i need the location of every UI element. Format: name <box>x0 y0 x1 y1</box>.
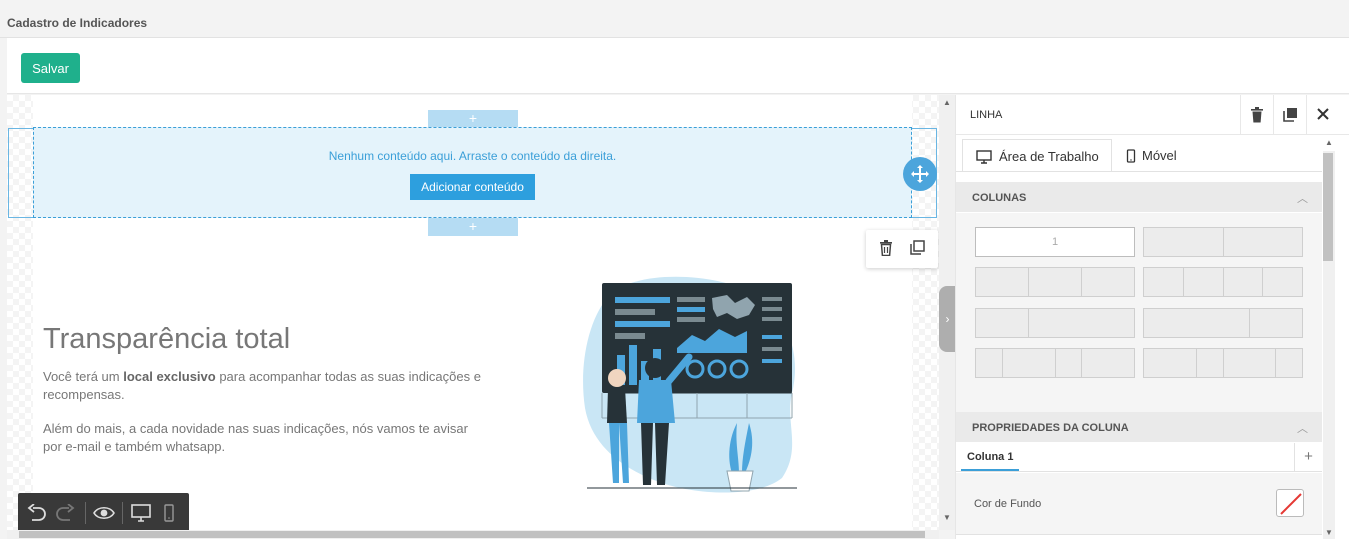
column-layouts: 1 <box>956 213 1322 413</box>
toolbar: Salvar <box>7 38 1349 94</box>
layout-option-4[interactable] <box>1143 267 1303 297</box>
delete-row-icon[interactable] <box>879 240 895 257</box>
empty-row-message: Nenhum conteúdo aqui. Arraste o conteúdo… <box>328 149 617 163</box>
layout-option-1[interactable]: 1 <box>975 227 1135 257</box>
panel-title: LINHA <box>970 109 1003 121</box>
row-actions <box>866 230 938 268</box>
hero-paragraph-2: Além do mais, a cada novidade nas suas i… <box>43 421 468 454</box>
chevron-up-icon: ︿ <box>1297 423 1308 435</box>
background-color-row: Cor de Fundo <box>956 473 1322 535</box>
page-title: Cadastro de Indicadores <box>7 16 148 30</box>
panel-vertical-scrollbar[interactable]: ▲ ▼ <box>1322 135 1349 539</box>
preview-eye-icon[interactable] <box>93 504 115 522</box>
background-color-label: Cor de Fundo <box>974 498 1042 510</box>
layout-option-5[interactable] <box>975 308 1135 338</box>
duplicate-row-icon[interactable] <box>910 240 926 256</box>
empty-row[interactable]: Nenhum conteúdo aqui. Arraste o conteúdo… <box>33 127 912 218</box>
desktop-view-icon[interactable] <box>131 504 151 522</box>
undo-icon[interactable] <box>27 503 47 522</box>
dashboard-illustration <box>583 276 797 493</box>
mobile-icon <box>1126 149 1136 163</box>
duplicate-icon[interactable] <box>1273 95 1306 135</box>
page-header: Cadastro de Indicadores <box>0 0 1349 38</box>
column-properties-header[interactable]: PROPRIEDADES DA COLUNA ︿ <box>956 412 1322 442</box>
move-row-icon[interactable] <box>903 157 937 191</box>
editor-canvas: + Nenhum conteúdo aqui. Arraste o conteú… <box>7 95 939 539</box>
add-row-below-button[interactable]: + <box>428 218 518 236</box>
columns-section-title: COLUNAS <box>972 192 1027 204</box>
redo-icon[interactable] <box>55 503 75 522</box>
layout-option-3[interactable] <box>975 267 1135 297</box>
mobile-view-icon[interactable] <box>163 504 183 522</box>
column-properties-title: PROPRIEDADES DA COLUNA <box>972 422 1129 434</box>
tab-mobile[interactable]: Móvel <box>1116 139 1196 172</box>
tab-divider <box>956 171 1322 172</box>
tab-desktop[interactable]: Área de Trabalho <box>962 139 1112 172</box>
tab-mobile-label: Móvel <box>1142 148 1177 163</box>
hero-title: Transparência total <box>43 323 291 355</box>
add-column-button[interactable]: + <box>1294 443 1322 471</box>
layout-option-8[interactable] <box>1143 348 1303 378</box>
properties-panel: LINHA Área de Trabalho Móvel COLUNAS ︿ 1 <box>955 95 1349 539</box>
hero-paragraph-1: Você terá um local exclusivo para acompa… <box>43 369 481 402</box>
collapse-panel-chevron-icon[interactable]: › <box>939 286 956 352</box>
tab-desktop-label: Área de Trabalho <box>999 149 1099 164</box>
editor-bottom-bar <box>18 493 189 533</box>
chevron-up-icon: ︿ <box>1297 193 1308 205</box>
close-icon[interactable] <box>1306 95 1339 135</box>
canvas-horizontal-scrollbar[interactable] <box>7 530 939 539</box>
tab-coluna-1[interactable]: Coluna 1 <box>961 443 1020 471</box>
layout-option-2[interactable] <box>1143 227 1303 257</box>
column-tabs: Coluna 1 + <box>956 443 1322 472</box>
layout-option-6[interactable] <box>1143 308 1303 338</box>
layout-option-7[interactable] <box>975 348 1135 378</box>
device-tabs: Área de Trabalho Móvel <box>956 135 1322 172</box>
desktop-icon <box>976 150 992 164</box>
add-content-button[interactable]: Adicionar conteúdo <box>410 174 535 200</box>
save-button[interactable]: Salvar <box>21 53 80 83</box>
toolbar-divider <box>85 502 86 524</box>
toolbar-divider <box>122 502 123 524</box>
background-color-swatch[interactable] <box>1276 489 1304 517</box>
add-row-above-button[interactable]: + <box>428 110 518 128</box>
delete-icon[interactable] <box>1240 95 1273 135</box>
panel-header: LINHA <box>956 95 1349 135</box>
columns-section-header[interactable]: COLUNAS ︿ <box>956 182 1322 212</box>
